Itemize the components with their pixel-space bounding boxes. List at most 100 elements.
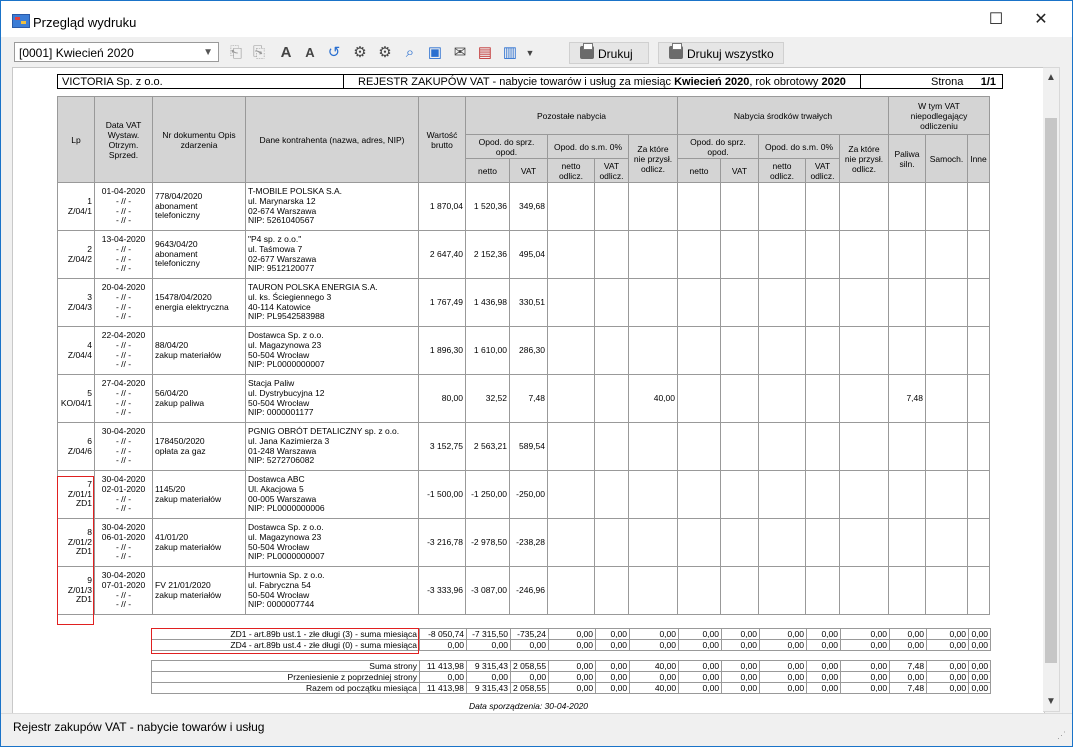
pdf-export-icon[interactable]: ▤ <box>476 44 494 62</box>
cell-other <box>967 422 990 471</box>
cell-netto-odl <box>547 182 595 231</box>
cell-netto: 1 610,00 <box>465 326 510 375</box>
cell-party: Hurtownia Sp. z o.o. ul. Fabryczna 54 50-5… <box>245 566 419 615</box>
summary-value: 0,00 <box>721 639 760 651</box>
scroll-down-icon[interactable]: ▼ <box>1043 696 1059 707</box>
cell-gross: -3 216,78 <box>418 518 466 567</box>
cell-zakt <box>628 230 678 279</box>
register-table: Lp Data VAT Wystaw. Otrzym. Sprzed. Nr d… <box>57 96 990 615</box>
cell-cars <box>925 566 968 615</box>
resize-grip-icon[interactable]: ⋰ <box>1057 730 1066 741</box>
print-settings-icon[interactable]: ⚙ <box>351 44 369 62</box>
col-vat-odl: VAT odlicz. <box>594 158 629 183</box>
summary-value: 0,00 <box>889 628 927 640</box>
search-icon[interactable]: ⌕ <box>401 44 419 62</box>
preparation-date: Data sporządzenia: 30-04-2020 <box>468 701 589 711</box>
print-all-button-label: Drukuj wszystko <box>687 47 774 61</box>
next-page-icon[interactable]: ⎘ <box>250 44 268 62</box>
cell-vat: -246,96 <box>509 566 548 615</box>
cell-date: 20-04-2020- // -- // -- // - <box>94 278 153 327</box>
cell-party: Dostawca Sp. z o.o. ul. Magazynowa 23 50-5… <box>245 326 419 375</box>
scroll-thumb[interactable] <box>1045 118 1057 663</box>
cell-party: Stacja Paliw ul. Dystrybucyjna 12 50-504 W… <box>245 374 419 423</box>
col-netto-odl-assets: netto odlicz. <box>758 158 806 183</box>
summary-value: 2 058,55 <box>509 660 550 672</box>
font-decrease-icon[interactable]: A <box>301 44 319 62</box>
app-icon <box>12 14 30 28</box>
cell-party: "P4 sp. z o.o." ul. Taśmowa 7 02-677 Warsz… <box>245 230 419 279</box>
export-dropdown-icon[interactable]: ▼ <box>521 44 539 62</box>
cell-doc: 9643/04/20 abonament telefoniczny <box>152 230 246 279</box>
summary-value: 0,00 <box>926 628 969 640</box>
summary-value: 0,00 <box>548 671 597 683</box>
cell-netto-odl <box>547 518 595 567</box>
col-fuel: Paliwa siln. <box>888 134 926 183</box>
summary-value: 0,00 <box>759 639 807 651</box>
col-netto-odl: netto odlicz. <box>547 158 595 183</box>
summary-value: 2 058,55 <box>509 682 550 694</box>
toolbar: [0001] Kwiecień 2020 ▼ ⎗ ⎘ A A ↺ ⚙ ⚙ ⌕ ▣… <box>1 37 1072 67</box>
summary-value: 0,00 <box>419 639 467 651</box>
cell-vat-odl <box>594 278 629 327</box>
summary-value: 0,00 <box>629 628 679 640</box>
close-button[interactable]: ✕ <box>1026 9 1056 31</box>
summary-value: 0,00 <box>678 660 723 672</box>
summary-value: 0,00 <box>548 639 596 651</box>
cell-other <box>967 374 990 423</box>
summary-value: 0,00 <box>759 628 807 640</box>
save-icon[interactable]: ▣ <box>426 44 444 62</box>
summary-value: 0,00 <box>466 639 511 651</box>
summary-value: 11 413,98 <box>419 660 467 672</box>
cell-date: 27-04-2020- // -- // -- // - <box>94 374 153 423</box>
maximize-button[interactable]: ☐ <box>981 9 1011 31</box>
font-increase-icon[interactable]: A <box>277 44 295 62</box>
summary-value: 0,00 <box>548 660 597 672</box>
cell-cars <box>925 326 968 375</box>
print-all-button[interactable]: Drukuj wszystko <box>658 42 784 64</box>
cell-assets-netto <box>677 230 721 279</box>
cell-netto-odl <box>547 230 595 279</box>
period-select[interactable]: [0001] Kwiecień 2020 ▼ <box>14 42 219 62</box>
cell-date: 30-04-2020- // -- // -- // - <box>94 422 153 471</box>
cell-date: 01-04-2020- // -- // -- // - <box>94 182 153 231</box>
summary-value: 0,00 <box>678 671 723 683</box>
export-icon[interactable]: ▥ <box>501 44 519 62</box>
cell-doc: 41/01/20 zakup materiałów <box>152 518 246 567</box>
print-button[interactable]: Drukuj <box>569 42 649 64</box>
summary-value: 0,00 <box>926 639 969 651</box>
cell-assets-zakt <box>839 518 889 567</box>
summary-value: 0,00 <box>419 671 467 683</box>
cell-vat: 495,04 <box>509 230 548 279</box>
cell-cars <box>925 374 968 423</box>
cell-assets-vat-odl <box>805 422 840 471</box>
cell-doc: 1145/20 zakup materiałów <box>152 470 246 519</box>
cell-fuel <box>888 278 926 327</box>
cell-party: Dostawca Sp. z o.o. ul. Magazynowa 23 50-5… <box>245 518 419 567</box>
cell-zakt <box>628 422 678 471</box>
cell-cars <box>925 422 968 471</box>
cell-assets-netto <box>677 518 721 567</box>
summary-value: -8 050,74 <box>419 628 467 640</box>
col-other-purchases: Pozostałe nabycia <box>465 96 678 135</box>
refresh-icon[interactable]: ↺ <box>325 44 343 62</box>
cell-vat-odl <box>594 566 629 615</box>
bad-debt-summary-marker <box>151 628 419 654</box>
email-icon[interactable]: ✉ <box>451 44 469 62</box>
summary-value: 0,00 <box>806 628 841 640</box>
cell-vat: 286,30 <box>509 326 548 375</box>
cell-netto: -1 250,00 <box>465 470 510 519</box>
cell-assets-netto-odl <box>758 566 806 615</box>
summary-value: 0,00 <box>968 682 992 694</box>
scroll-up-icon[interactable]: ▲ <box>1043 72 1059 83</box>
cell-assets-vat-odl <box>805 326 840 375</box>
page-setup-icon[interactable]: ⚙ <box>376 44 394 62</box>
cell-other <box>967 326 990 375</box>
vertical-scrollbar[interactable]: ▲ ▼ <box>1043 67 1060 712</box>
printer-icon <box>669 43 683 59</box>
table-row: 6 Z/04/6 30-04-2020- // -- // -- // -17845… <box>57 422 990 471</box>
cell-fuel <box>888 470 926 519</box>
first-page-icon[interactable]: ⎗ <box>227 44 245 62</box>
cell-doc: 15478/04/2020 energia elektryczna <box>152 278 246 327</box>
printer-icon <box>580 43 594 59</box>
summary-value: 40,00 <box>629 682 680 694</box>
